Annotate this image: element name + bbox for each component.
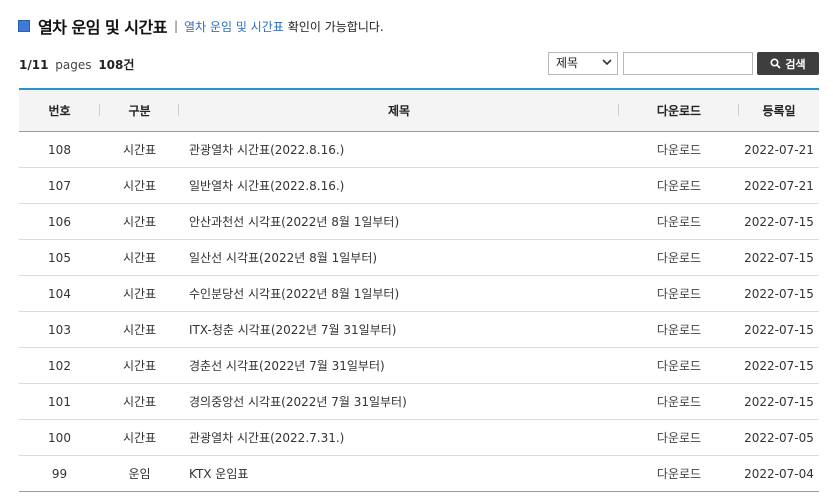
row-category: 시간표 [122, 287, 157, 301]
table-row: 99 운임 KTX 운임표 다운로드 2022-07-04 [19, 456, 819, 492]
row-download-link[interactable]: 다운로드 [619, 141, 739, 158]
pages-label: pages [55, 58, 92, 72]
page-indicator: 1/11 [19, 58, 49, 72]
board-table: 번호 구분 제목 다운로드 등록일 108 시간표 관광열차 시간표(2022.8.… [19, 88, 819, 492]
subtitle-link[interactable]: 열차 운임 및 시간표 [184, 18, 284, 35]
row-category: 시간표 [122, 431, 157, 445]
search-input[interactable] [623, 52, 753, 75]
title-bullet-icon [18, 20, 30, 32]
row-category: 시간표 [122, 359, 157, 373]
search-select-value: 제목 [556, 56, 579, 70]
row-number: 103 [48, 322, 71, 337]
row-date: 2022-07-15 [744, 250, 814, 265]
table-row: 106 시간표 안산과천선 시각표(2022년 8월 1일부터) 다운로드 2022-0… [19, 204, 819, 240]
row-date: 2022-07-15 [744, 214, 814, 229]
subtitle-text: 확인이 가능합니다. [287, 19, 384, 34]
chevron-down-icon [602, 59, 612, 66]
table-row: 102 시간표 경춘선 시각표(2022년 7월 31일부터) 다운로드 2022-07… [19, 348, 819, 384]
row-title-link[interactable]: 안산과천선 시각표(2022년 8월 1일부터) [179, 213, 619, 230]
total-count: 108건 [98, 58, 135, 72]
row-category: 시간표 [122, 323, 157, 337]
row-download-link[interactable]: 다운로드 [619, 393, 739, 410]
row-download-link[interactable]: 다운로드 [619, 357, 739, 374]
table-row: 101 시간표 경의중앙선 시각표(2022년 7월 31일부터) 다운로드 2022-… [19, 384, 819, 420]
column-header-download: 다운로드 [619, 102, 739, 119]
row-category: 시간표 [122, 215, 157, 229]
row-download-link[interactable]: 다운로드 [619, 249, 739, 266]
row-category: 시간표 [122, 179, 157, 193]
row-date: 2022-07-15 [744, 358, 814, 373]
row-number: 105 [48, 250, 71, 265]
row-date: 2022-07-21 [744, 178, 814, 193]
row-category: 시간표 [122, 143, 157, 157]
row-date: 2022-07-04 [744, 466, 814, 481]
row-download-link[interactable]: 다운로드 [619, 465, 739, 482]
table-row: 105 시간표 일산선 시각표(2022년 8월 1일부터) 다운로드 2022-07-… [19, 240, 819, 276]
row-number: 108 [48, 142, 71, 157]
table-row: 103 시간표 ITX-청춘 시각표(2022년 7월 31일부터) 다운로드 2022… [19, 312, 819, 348]
row-date: 2022-07-15 [744, 394, 814, 409]
search-field-select[interactable]: 제목 [548, 52, 618, 75]
row-download-link[interactable]: 다운로드 [619, 285, 739, 302]
row-download-link[interactable]: 다운로드 [619, 177, 739, 194]
row-title-link[interactable]: 수인분당선 시각표(2022년 8월 1일부터) [179, 285, 619, 302]
title-separator: | [173, 19, 179, 33]
row-date: 2022-07-21 [744, 142, 814, 157]
table-row: 100 시간표 관광열차 시간표(2022.7.31.) 다운로드 2022-07-05 [19, 420, 819, 456]
search-icon [770, 58, 782, 69]
page-header: 열차 운임 및 시간표 | 열차 운임 및 시간표 확인이 가능합니다. [18, 14, 384, 38]
row-number: 99 [51, 466, 68, 481]
pager-info: 1/11 pages 108건 [19, 56, 134, 73]
row-date: 2022-07-15 [744, 322, 814, 337]
row-title-link[interactable]: ITX-청춘 시각표(2022년 7월 31일부터) [179, 321, 619, 338]
row-number: 102 [48, 358, 71, 373]
row-title-link[interactable]: KTX 운임표 [179, 465, 619, 482]
search-button-label: 검색 [785, 57, 806, 71]
row-title-link[interactable]: 일산선 시각표(2022년 8월 1일부터) [179, 249, 619, 266]
row-category: 시간표 [122, 395, 157, 409]
row-category: 운임 [128, 467, 151, 481]
column-header-category: 구분 [100, 102, 179, 119]
row-category: 시간표 [122, 251, 157, 265]
column-header-title: 제목 [179, 102, 619, 119]
row-title-link[interactable]: 일반열차 시간표(2022.8.16.) [179, 177, 619, 194]
row-number: 106 [48, 214, 71, 229]
row-title-link[interactable]: 경춘선 시각표(2022년 7월 31일부터) [179, 357, 619, 374]
row-title-link[interactable]: 관광열차 시간표(2022.8.16.) [179, 141, 619, 158]
row-title-link[interactable]: 경의중앙선 시각표(2022년 7월 31일부터) [179, 393, 619, 410]
row-number: 101 [48, 394, 71, 409]
row-date: 2022-07-15 [744, 286, 814, 301]
row-download-link[interactable]: 다운로드 [619, 321, 739, 338]
row-number: 100 [48, 430, 71, 445]
column-header-number: 번호 [19, 102, 100, 119]
row-download-link[interactable]: 다운로드 [619, 213, 739, 230]
column-header-date: 등록일 [762, 104, 796, 118]
table-row: 108 시간표 관광열차 시간표(2022.8.16.) 다운로드 2022-07-21 [19, 132, 819, 168]
table-header: 번호 구분 제목 다운로드 등록일 [19, 88, 819, 132]
table-row: 104 시간표 수인분당선 시각표(2022년 8월 1일부터) 다운로드 2022-0… [19, 276, 819, 312]
row-date: 2022-07-05 [744, 430, 814, 445]
row-title-link[interactable]: 관광열차 시간표(2022.7.31.) [179, 429, 619, 446]
row-number: 104 [48, 286, 71, 301]
table-row: 107 시간표 일반열차 시간표(2022.8.16.) 다운로드 2022-07-21 [19, 168, 819, 204]
search-button[interactable]: 검색 [757, 52, 819, 75]
row-download-link[interactable]: 다운로드 [619, 429, 739, 446]
page-title: 열차 운임 및 시간표 [38, 18, 167, 37]
row-number: 107 [48, 178, 71, 193]
table-body: 108 시간표 관광열차 시간표(2022.8.16.) 다운로드 2022-07-21… [19, 132, 819, 492]
